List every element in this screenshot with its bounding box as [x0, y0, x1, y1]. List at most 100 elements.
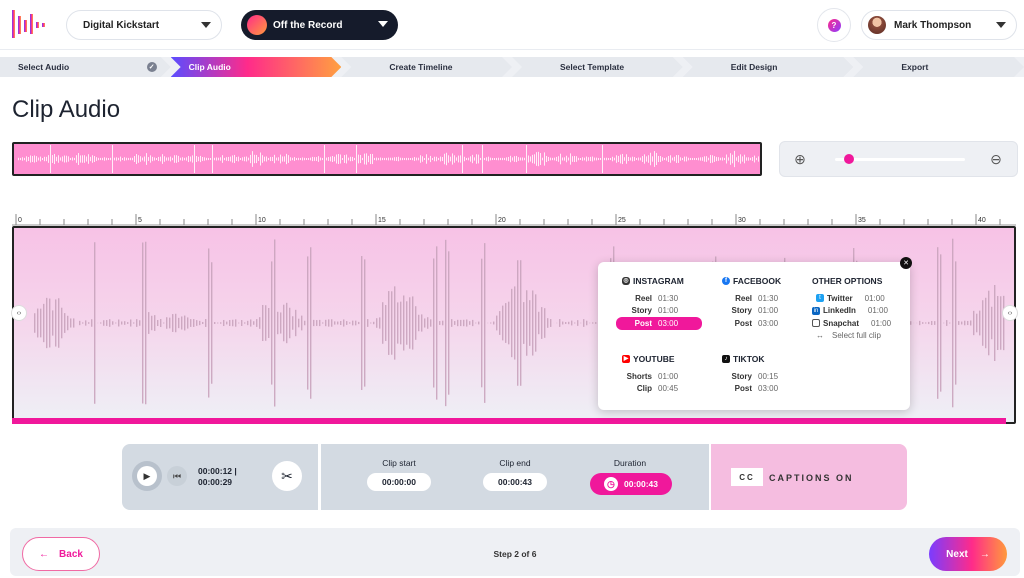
select-full-clip[interactable]: ↔ Select full clip [812, 330, 891, 343]
waveform-overview[interactable] [12, 142, 762, 176]
cc-badge: CC [731, 468, 763, 486]
total-time: 00:00:29 [198, 477, 233, 487]
cut-button[interactable]: ✂ [272, 461, 302, 491]
project-select-value: Digital Kickstart [83, 19, 160, 31]
ruler-tick-label: 25 [618, 217, 626, 224]
episode-select[interactable]: Off the Record [241, 10, 398, 40]
tiktok-title: TIKTOK [733, 354, 765, 364]
ruler-tick-label: 15 [378, 217, 386, 224]
user-menu[interactable]: Mark Thompson [861, 10, 1017, 40]
play-icon: ▶ [137, 466, 157, 486]
step-export[interactable]: Export [853, 57, 1024, 77]
instagram-title: INSTAGRAM [633, 276, 684, 286]
preset-tiktok-story[interactable]: Story 00:15 [722, 370, 778, 383]
youtube-icon: ▶ [622, 355, 630, 363]
current-time: 00:00:12 | [198, 466, 237, 476]
step-select-audio[interactable]: Select Audio ✓ [0, 57, 171, 77]
clip-start-field[interactable]: 00:00:00 [367, 473, 431, 491]
preset-name: Post [734, 384, 752, 394]
preset-twitter[interactable]: t Twitter 01:00 [812, 292, 891, 305]
preset-facebook-story[interactable]: Story 01:00 [722, 305, 781, 318]
preset-youtube-clip[interactable]: Clip 00:45 [622, 383, 678, 396]
captions-label: CAPTIONS ON [769, 473, 854, 483]
preset-name: Post [734, 318, 752, 328]
preset-instagram-story[interactable]: Story 01:00 [622, 305, 702, 318]
step-progress: Select Audio ✓ Clip Audio Create Timelin… [0, 57, 1024, 77]
step-select-template[interactable]: Select Template [512, 57, 683, 77]
user-name: Mark Thompson [894, 19, 972, 31]
preset-youtube-shorts[interactable]: Shorts 01:00 [622, 370, 678, 383]
step-label: Select Audio [18, 62, 70, 72]
preset-tiktok-post[interactable]: Post 03:00 [722, 383, 778, 396]
right-trim-handle[interactable]: ‹› [1002, 305, 1018, 321]
preset-instagram-reel[interactable]: Reel 01:30 [622, 292, 702, 305]
preset-duration: 01:30 [658, 293, 679, 303]
preset-duration: 03:00 [758, 318, 779, 328]
preset-linkedin[interactable]: in LinkedIn 01:00 [812, 305, 891, 318]
preset-name: LinkedIn [823, 306, 856, 316]
back-label: Back [59, 548, 83, 560]
clip-start-label: Clip start [382, 458, 416, 468]
help-button[interactable]: ? [817, 8, 851, 42]
preset-duration: 03:00 [658, 318, 679, 328]
episode-select-value: Off the Record [273, 19, 343, 31]
preset-name: Story [731, 371, 752, 381]
clip-presets-popup: ✕ ◎ INSTAGRAM Reel 01:30 Story 01:00 Post 03… [598, 257, 912, 410]
duration-field[interactable]: ◷ 00:00:43 [590, 473, 672, 495]
skip-back-button[interactable]: ⏮ [167, 466, 187, 486]
chevron-down-icon [378, 21, 388, 27]
preset-name: Clip [636, 384, 652, 394]
close-icon[interactable]: ✕ [900, 257, 912, 269]
next-button[interactable]: Next → [929, 537, 1007, 571]
preset-facebook-reel[interactable]: Reel 01:30 [722, 292, 781, 305]
ruler-tick-label: 30 [738, 217, 746, 224]
preset-name: Snapchat [823, 318, 860, 328]
step-label: Clip Audio [188, 62, 231, 72]
left-trim-handle[interactable]: ‹› [11, 305, 27, 321]
top-bar: Digital Kickstart Off the Record ? Mark … [0, 0, 1024, 50]
zoom-slider-thumb[interactable] [843, 154, 854, 164]
next-label: Next [946, 548, 968, 560]
preset-name: Story [731, 306, 752, 316]
twitter-icon: t [816, 294, 824, 303]
other-options-title: OTHER OPTIONS [812, 276, 883, 286]
zoom-in-icon[interactable]: ⊕ [792, 151, 808, 167]
back-button[interactable]: ← Back [22, 537, 100, 571]
preset-duration: 01:00 [871, 318, 892, 328]
play-button[interactable]: ▶ [132, 461, 162, 491]
preset-name: Story [631, 306, 652, 316]
episode-artwork [247, 15, 267, 35]
linkedin-icon: in [812, 306, 820, 315]
ruler-tick-label: 40 [978, 217, 986, 224]
expand-arrows-icon: ↔ [816, 331, 824, 341]
preset-facebook-post[interactable]: Post 03:00 [722, 317, 781, 330]
facebook-icon: f [722, 277, 730, 285]
preset-snapchat[interactable]: Snapchat 01:00 [812, 317, 891, 330]
question-icon: ? [827, 18, 841, 32]
page-title: Clip Audio [12, 96, 121, 123]
step-edit-design[interactable]: Edit Design [683, 57, 854, 77]
scissors-icon: ✂ [281, 467, 293, 484]
preset-name: Reel [735, 293, 752, 303]
preset-duration: 01:30 [758, 293, 779, 303]
app-logo-icon[interactable] [10, 6, 50, 42]
zoom-slider-track[interactable] [835, 158, 965, 161]
project-select[interactable]: Digital Kickstart [66, 10, 222, 40]
playback-time: 00:00:12 | 00:00:29 [198, 466, 237, 488]
step-create-timeline[interactable]: Create Timeline [341, 57, 512, 77]
step-counter: Step 2 of 6 [493, 549, 537, 559]
other-presets: OTHER OPTIONS t Twitter 01:00 in LinkedIn 01… [812, 276, 891, 342]
zoom-out-icon[interactable]: ⊖ [988, 151, 1004, 167]
step-clip-audio[interactable]: Clip Audio [171, 57, 342, 77]
zoom-control: ⊕ ⊖ [779, 141, 1018, 177]
tiktok-presets: ♪ TIKTOK Story 00:15 Post 03:00 [722, 354, 778, 395]
clip-end-field[interactable]: 00:00:43 [483, 473, 547, 491]
preset-instagram-post[interactable]: Post 03:00 [616, 317, 702, 330]
ruler-tick-label: 0 [18, 217, 22, 224]
preset-name: Shorts [626, 371, 652, 381]
selection-bar[interactable] [12, 418, 1006, 424]
preset-duration: 01:00 [864, 293, 885, 303]
preset-duration: 00:15 [758, 371, 779, 381]
chevron-down-icon [201, 22, 211, 28]
chevron-down-icon [996, 22, 1006, 28]
